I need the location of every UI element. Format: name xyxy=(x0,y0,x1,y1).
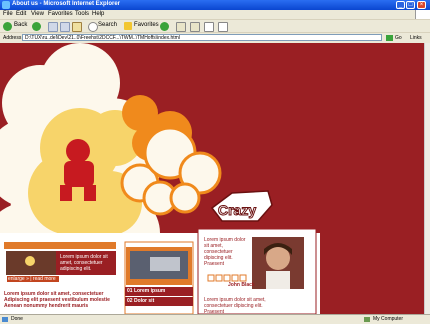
search-icon[interactable] xyxy=(88,22,98,32)
back-label[interactable]: Back xyxy=(14,22,27,28)
profile-top-text: Lorem ipsum dolor sit amet, consectetuer… xyxy=(204,237,246,267)
item-label: Dolor sit xyxy=(133,298,155,304)
left-box-text: Lorem ipsum dolor sit amet, consectetuer… xyxy=(60,254,108,272)
computer-zone-icon xyxy=(364,317,370,322)
zone-text: My Computer xyxy=(373,316,404,322)
item-label: Lorem ipsum xyxy=(133,288,166,294)
menu-view[interactable]: View xyxy=(31,11,44,17)
item-number: 02 xyxy=(127,298,133,304)
favorites-label[interactable]: Favorites xyxy=(134,22,159,28)
menu-help[interactable]: Help xyxy=(92,11,104,17)
menu-edit[interactable]: Edit xyxy=(16,11,26,17)
media-icon[interactable] xyxy=(160,22,169,31)
maximize-button[interactable]: □ xyxy=(406,1,415,9)
print-icon[interactable] xyxy=(204,22,214,32)
read-more-button[interactable]: enlarge » | read more xyxy=(7,276,59,282)
page-viewport: Crazy Lorem ipsum dolor sit amet, consec… xyxy=(0,43,424,314)
status-text: Done xyxy=(11,316,23,322)
links-list: Lorem ipsum dolor sit amet, consectetuer… xyxy=(4,291,120,309)
menu-bar: File Edit View Favorites Tools Help xyxy=(0,10,430,19)
links-button[interactable]: Links xyxy=(410,35,422,41)
menu-file[interactable]: File xyxy=(3,11,13,17)
home-icon[interactable] xyxy=(72,22,82,32)
go-arrow-icon[interactable] xyxy=(386,35,393,41)
ie-app-icon xyxy=(2,1,10,9)
item-number: 01 xyxy=(127,288,133,294)
address-label: Address xyxy=(3,35,22,41)
rating-squares xyxy=(207,274,247,282)
toolbar: Back Search Favorites xyxy=(0,19,430,33)
profile-name: John Black xyxy=(228,282,255,288)
profile-bottom-text: Lorem ipsum dolor sit amet, consectetuer… xyxy=(204,297,266,314)
title-bar: About us - Microsoft Internet Explorer _… xyxy=(0,0,430,10)
menu-favorites[interactable]: Favorites xyxy=(48,11,73,17)
list-item[interactable]: Aenean nonummy hendrerit mauris xyxy=(4,303,120,309)
forward-arrow-icon[interactable] xyxy=(32,22,41,31)
refresh-icon[interactable] xyxy=(60,22,70,32)
minimize-button[interactable]: _ xyxy=(396,1,405,9)
go-button[interactable]: Go xyxy=(395,35,402,41)
svg-text:Crazy: Crazy xyxy=(218,202,256,218)
crazy-logo: Crazy xyxy=(210,190,273,222)
close-button[interactable]: × xyxy=(417,1,426,9)
address-input[interactable]: D:\TUX\ru..del\Dev\21..0\Freehst\2DCCF..… xyxy=(22,34,382,41)
left-box-header xyxy=(4,242,116,249)
edit-icon[interactable] xyxy=(218,22,228,32)
back-arrow-icon[interactable] xyxy=(3,22,12,31)
numbered-item-2[interactable]: 02 Dolor sit xyxy=(127,298,191,304)
history-icon[interactable] xyxy=(176,22,186,32)
page-done-icon xyxy=(2,317,8,322)
mail-icon[interactable] xyxy=(190,22,200,32)
numbered-item-1[interactable]: 01 Lorem ipsum xyxy=(127,288,191,294)
window-title: About us - Microsoft Internet Explorer xyxy=(12,1,121,7)
search-label[interactable]: Search xyxy=(98,22,117,28)
favorites-star-icon[interactable] xyxy=(124,22,132,30)
menu-tools[interactable]: Tools xyxy=(75,11,89,17)
stop-icon[interactable] xyxy=(48,22,58,32)
windows-logo-icon xyxy=(415,10,430,19)
vertical-scrollbar[interactable] xyxy=(424,43,430,314)
header-illustration: Crazy xyxy=(0,43,320,314)
